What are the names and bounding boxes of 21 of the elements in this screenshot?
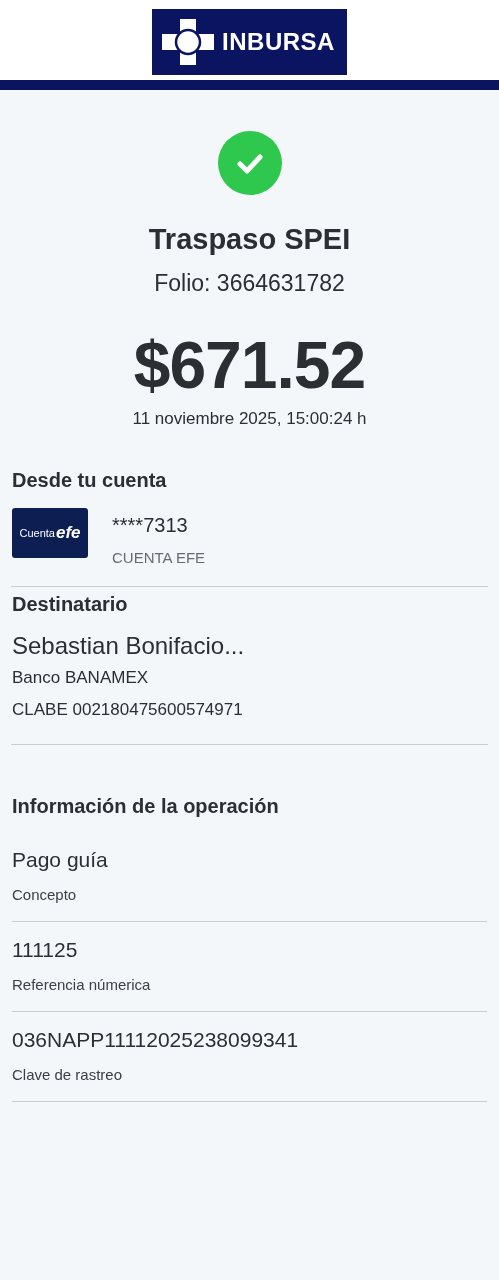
card-logo: Cuentaefe [12,508,88,558]
bank-name: Banco BANAMEX [12,668,150,688]
account-number: ****7313 [112,514,189,537]
section-heading: Información de la operación [12,795,280,818]
date-time: 11 noviembre 2025, 15:00:24 h [132,409,367,429]
recipient-name: Sebastian Bonifacio... [12,632,246,660]
clabe-number: CLABE 002180475600574971 [12,700,244,720]
detail-label: Referencia númerica [12,976,152,993]
folio-number: Folio: 3664631782 [154,270,345,297]
detail-value: 036NAPP11112025238099341 [12,1028,300,1052]
bank-logo: INBURSA [152,9,347,75]
section-heading: Destinatario [12,593,129,616]
account-type: CUENTA EFE [112,549,206,566]
success-check-icon [217,131,282,195]
detail-label: Concepto [12,886,78,903]
detail-label: Clave de rastreo [12,1066,124,1083]
transfer-title: Traspaso SPEI [148,223,351,256]
detail-value: Pago guía [12,848,109,872]
section-heading: Desde tu cuenta [12,469,168,492]
detail-value: 111125 [12,938,79,962]
amount: $671.52 [133,327,366,403]
